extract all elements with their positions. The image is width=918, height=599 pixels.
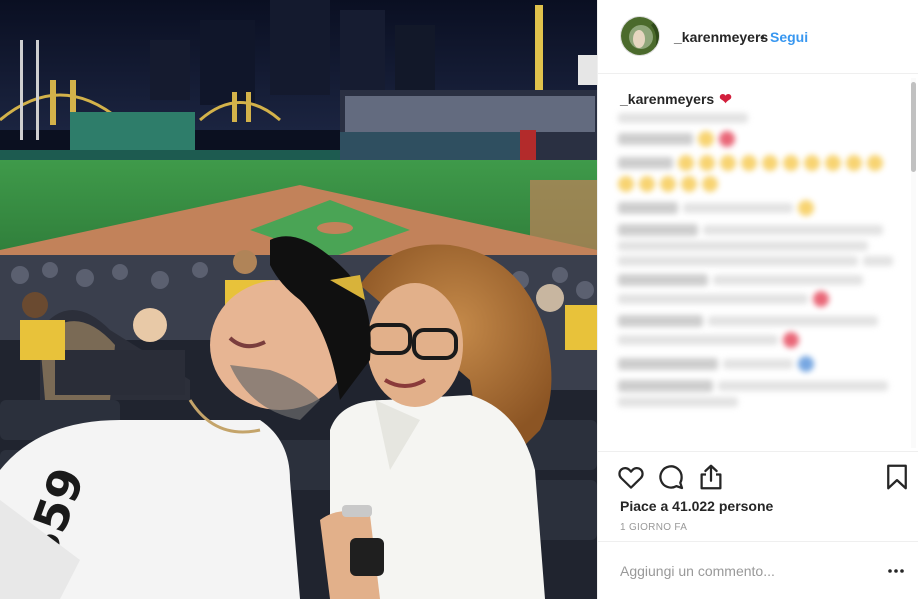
- comment-button[interactable]: [656, 462, 686, 492]
- emoji-icon: [698, 131, 714, 147]
- emoji-icon: [783, 155, 799, 171]
- blurred-text-bar: [618, 113, 748, 123]
- emoji-icon: [783, 332, 799, 348]
- emoji-icon: [720, 155, 736, 171]
- likes-count[interactable]: Piace a 41.022 persone: [620, 498, 773, 514]
- blurred-username: [618, 315, 703, 327]
- blurred-username: [618, 224, 698, 236]
- blurred-text-bar: [708, 316, 878, 326]
- more-options-button[interactable]: [886, 561, 906, 581]
- add-comment-input[interactable]: [620, 560, 870, 582]
- blurred-username: [618, 274, 708, 286]
- comment-item: [618, 113, 898, 123]
- emoji-icon: [681, 176, 697, 192]
- emoji-icon: [639, 176, 655, 192]
- follow-button[interactable]: Segui: [770, 29, 808, 45]
- post-actions: Piace a 41.022 persone 1 GIORNO FA: [598, 451, 918, 537]
- bookmark-icon: [887, 464, 907, 490]
- emoji-icon: [798, 200, 814, 216]
- emoji-icon: [699, 155, 715, 171]
- emoji-icon: [804, 155, 820, 171]
- post-caption: _karenmeyers ❤: [620, 90, 732, 108]
- comment-item: [618, 155, 898, 192]
- blurred-text-bar: [618, 397, 738, 407]
- comment-bubble-icon: [659, 465, 684, 490]
- emoji-icon: [660, 176, 676, 192]
- save-button[interactable]: [882, 462, 912, 492]
- post-header: _karenmeyers • Segui: [598, 0, 918, 74]
- like-button[interactable]: [616, 462, 646, 492]
- comments-list[interactable]: _karenmeyers ❤: [598, 75, 918, 450]
- blurred-username: [618, 358, 718, 370]
- comment-item: [618, 224, 898, 266]
- comment-item: [618, 356, 898, 372]
- share-button[interactable]: [696, 462, 726, 492]
- post-author-username[interactable]: _karenmeyers: [674, 29, 768, 45]
- blurred-text-bar: [618, 294, 808, 304]
- comment-item: [618, 274, 898, 307]
- blurred-comments: [618, 113, 898, 415]
- emoji-icon: [813, 291, 829, 307]
- blurred-username: [618, 380, 713, 392]
- header-separator: •: [760, 29, 765, 45]
- emoji-icon: [678, 155, 694, 171]
- blurred-text-bar: [863, 256, 893, 266]
- blurred-username: [618, 202, 678, 214]
- comments-scrollbar-thumb[interactable]: [911, 82, 916, 172]
- blurred-text-bar: [618, 335, 778, 345]
- stadium-selfie-image: 859: [0, 0, 597, 599]
- blurred-text-bar: [723, 359, 793, 369]
- post-photo[interactable]: 859: [0, 0, 597, 599]
- blurred-text-bar: [713, 275, 863, 285]
- comment-item: [618, 131, 898, 147]
- share-icon: [700, 464, 722, 490]
- blurred-text-bar: [683, 203, 793, 213]
- emoji-icon: [846, 155, 862, 171]
- emoji-icon: [798, 356, 814, 372]
- blurred-text-bar: [718, 381, 888, 391]
- blurred-username: [618, 133, 693, 145]
- emoji-icon: [702, 176, 718, 192]
- heart-outline-icon: [618, 466, 644, 489]
- blurred-text-bar: [618, 241, 868, 251]
- emoji-icon: [762, 155, 778, 171]
- emoji-icon: [825, 155, 841, 171]
- blurred-text-bar: [703, 225, 883, 235]
- comment-item: [618, 315, 898, 348]
- avatar[interactable]: [620, 16, 660, 56]
- post-side-panel: _karenmeyers • Segui _karenmeyers ❤ Piac…: [597, 0, 918, 599]
- emoji-icon: [618, 176, 634, 192]
- avatar-image: [621, 17, 659, 55]
- more-options-icon: [888, 569, 904, 573]
- blurred-username: [618, 157, 673, 169]
- blurred-text-bar: [618, 256, 858, 266]
- caption-username[interactable]: _karenmeyers: [620, 91, 714, 107]
- post-timestamp[interactable]: 1 GIORNO FA: [620, 522, 687, 533]
- heart-emoji-icon: ❤: [719, 91, 732, 108]
- comment-item: [618, 380, 898, 407]
- emoji-icon: [719, 131, 735, 147]
- comment-item: [618, 200, 898, 216]
- emoji-icon: [741, 155, 757, 171]
- add-comment-bar: [598, 541, 918, 599]
- emoji-icon: [867, 155, 883, 171]
